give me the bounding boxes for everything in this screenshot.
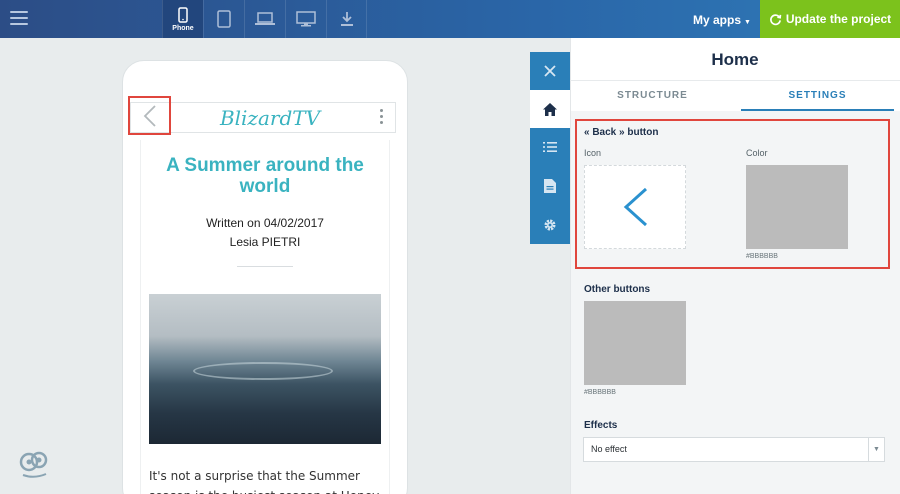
article-title: A Summer around the world [166,155,364,197]
home-icon [543,102,557,116]
settings-tool-button[interactable] [530,206,570,244]
update-project-button[interactable]: Update the project [760,0,900,38]
device-phone-button[interactable]: Phone [162,0,203,38]
download-icon [340,12,353,26]
article-date: Written on 04/02/2017 [206,216,324,230]
other-buttons-color-swatch[interactable] [584,301,686,385]
menu-icon[interactable] [10,11,28,27]
kebab-menu-icon[interactable] [376,109,386,127]
tab-structure[interactable]: STRUCTURE [570,81,735,112]
divider [237,266,293,267]
my-apps-label: My apps [693,13,742,27]
effects-select[interactable]: No effect ▼ [583,437,885,462]
tablet-icon [217,10,231,28]
back-icon-picker[interactable] [584,165,686,249]
chevron-left-icon [143,104,156,127]
back-color-swatch[interactable] [746,165,848,249]
other-buttons-heading: Other buttons [584,284,651,295]
back-color-hex: #BBBBBB [746,253,778,260]
device-switcher: Phone [162,0,367,38]
update-project-label: Update the project [785,12,892,26]
chevron-down-icon: ▼ [744,19,751,26]
article-body: It's not a surprise that the Summer seas… [149,469,379,494]
home-tool-button[interactable] [530,90,570,128]
article-meta: Written on 04/02/2017 Lesia PIETRI [150,214,380,252]
tool-sidebar [530,52,570,244]
refresh-icon [769,13,782,25]
app-title: BlizardTV [219,106,321,130]
page-tool-button[interactable] [530,167,570,205]
other-buttons-color-hex: #BBBBBB [584,389,616,396]
laptop-icon [255,12,275,25]
desktop-icon [296,11,316,27]
device-phone-label: Phone [172,24,194,32]
article-image [149,294,381,444]
tab-settings[interactable]: SETTINGS [735,81,900,112]
list-icon [543,142,557,152]
chevron-left-icon [623,187,648,227]
close-icon [544,65,556,77]
app-back-button[interactable] [128,96,171,135]
logo-icon [19,451,48,478]
article-author: Lesia PIETRI [229,235,301,249]
panel-tabs: STRUCTURE SETTINGS [570,80,900,111]
document-icon [544,179,556,193]
device-laptop-button[interactable] [244,0,285,38]
color-field-label: Color [746,148,768,158]
panel-title: Home [711,50,759,69]
device-tablet-button[interactable] [203,0,244,38]
my-apps-dropdown[interactable]: My apps ▼ [693,13,751,27]
device-desktop-button[interactable] [285,0,326,38]
close-button[interactable] [530,52,570,90]
effects-heading: Effects [584,420,618,431]
phone-icon [178,6,188,23]
back-button-heading: « Back » button [584,127,659,138]
device-download-button[interactable] [326,0,367,38]
gear-icon [544,219,556,231]
icon-field-label: Icon [584,148,602,158]
chevron-down-icon: ▼ [868,438,884,461]
list-tool-button[interactable] [530,128,570,166]
effects-select-value: No effect [591,444,627,454]
